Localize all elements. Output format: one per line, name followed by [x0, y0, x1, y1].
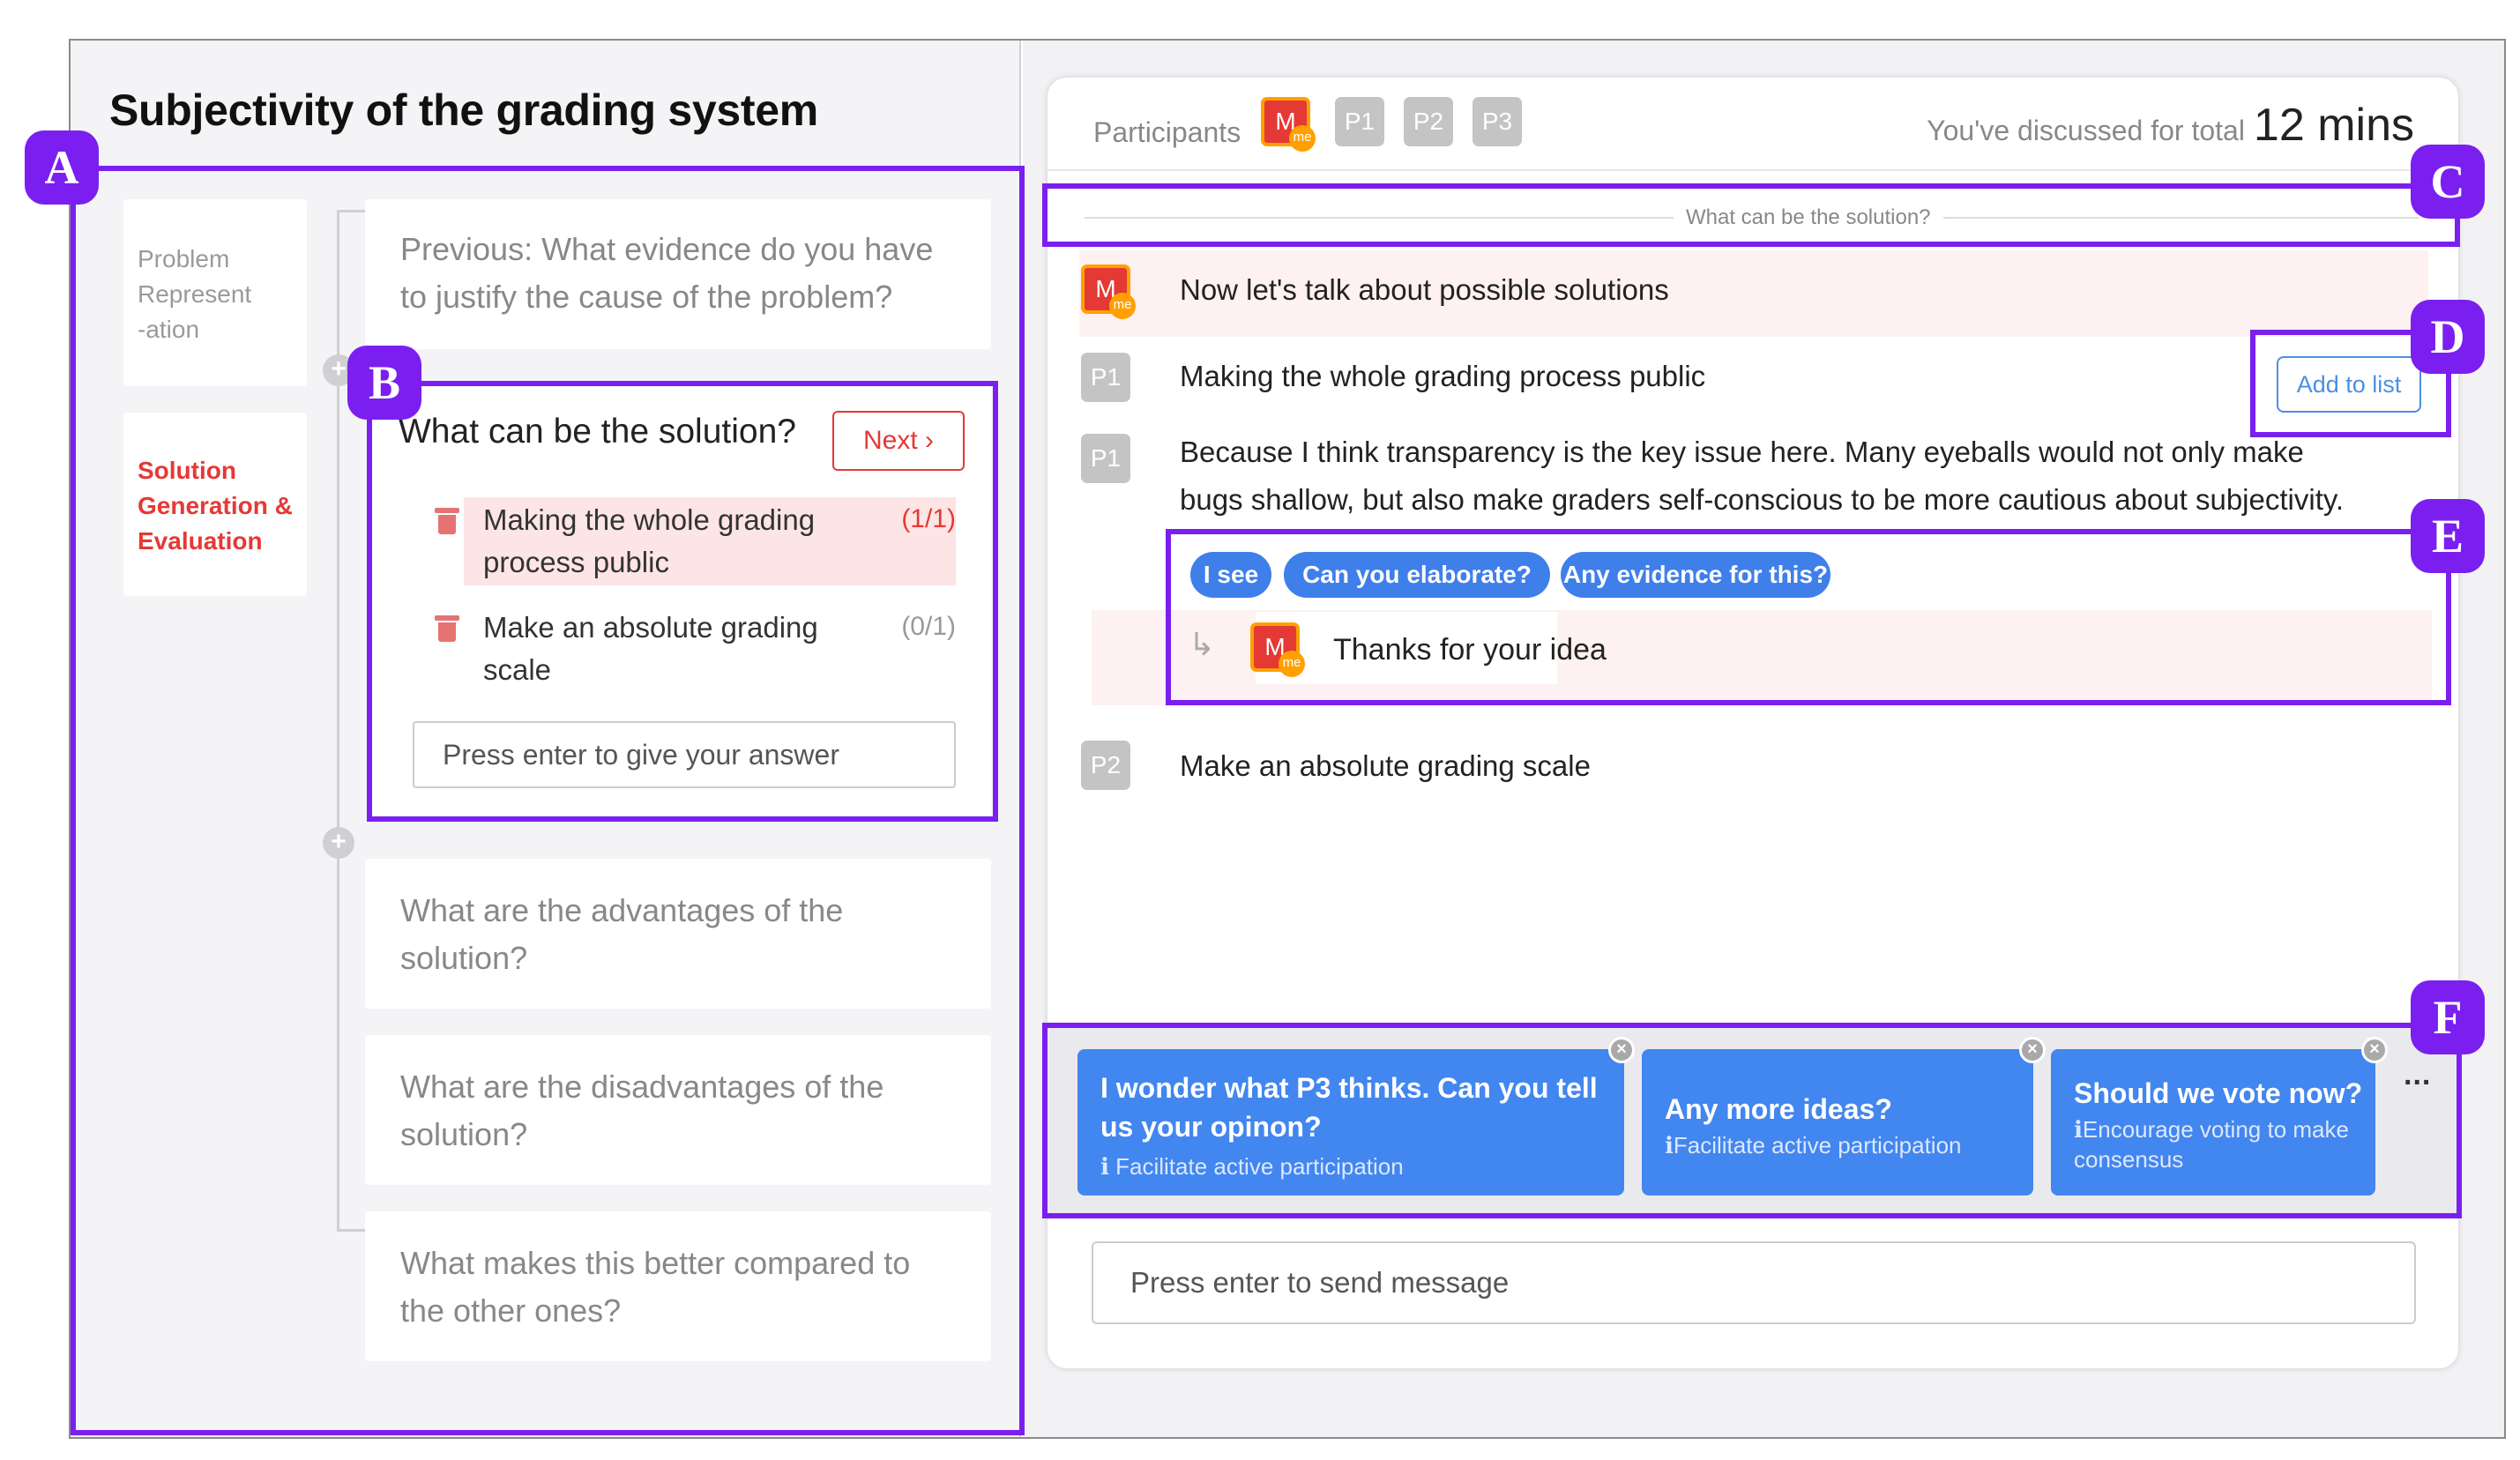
annotation-box-b: [367, 381, 998, 822]
me-badge: me: [1109, 293, 1136, 319]
avatar: P1: [1081, 353, 1130, 402]
annotation-box-e: [1166, 529, 2451, 705]
annotation-label-d: D: [2411, 300, 2485, 374]
message-text: Because I think transparency is the key …: [1180, 436, 2345, 516]
annotation-label-f: F: [2411, 980, 2485, 1054]
topic-title: Subjectivity of the grading system: [109, 86, 818, 135]
avatar: M me: [1261, 97, 1316, 152]
chat-message: M me Now let's talk about possible solut…: [1079, 250, 2428, 337]
header-divider: [1048, 169, 2458, 171]
avatar: M me: [1081, 264, 1136, 319]
annotation-label-c: C: [2411, 145, 2485, 219]
participants-label: Participants: [1093, 116, 1241, 148]
annotation-label-a: A: [25, 130, 99, 205]
me-badge: me: [1289, 125, 1316, 152]
avatar: P1: [1081, 434, 1130, 483]
annotation-label-e: E: [2411, 499, 2485, 573]
avatar: P1: [1335, 97, 1384, 146]
avatar: P2: [1081, 741, 1130, 790]
avatar: P2: [1404, 97, 1453, 146]
chat-message: P1 Making the whole grading process publ…: [1079, 339, 2428, 423]
message-text: Make an absolute grading scale: [1180, 749, 1591, 782]
message-input[interactable]: [1092, 1241, 2416, 1324]
chat-message: P2 Make an absolute grading scale: [1079, 726, 2428, 811]
annotation-box-f: [1042, 1023, 2462, 1218]
discussion-timer: You've discussed for total 12 mins: [1927, 100, 2414, 151]
message-text: Making the whole grading process public: [1180, 360, 1706, 392]
message-text: Now let's talk about possible solutions: [1180, 273, 1669, 306]
avatar: P3: [1472, 97, 1522, 146]
chat-message: P1 Because I think transparency is the k…: [1079, 428, 2428, 534]
annotation-box-c: [1042, 183, 2460, 247]
annotation-label-b: B: [347, 346, 421, 420]
